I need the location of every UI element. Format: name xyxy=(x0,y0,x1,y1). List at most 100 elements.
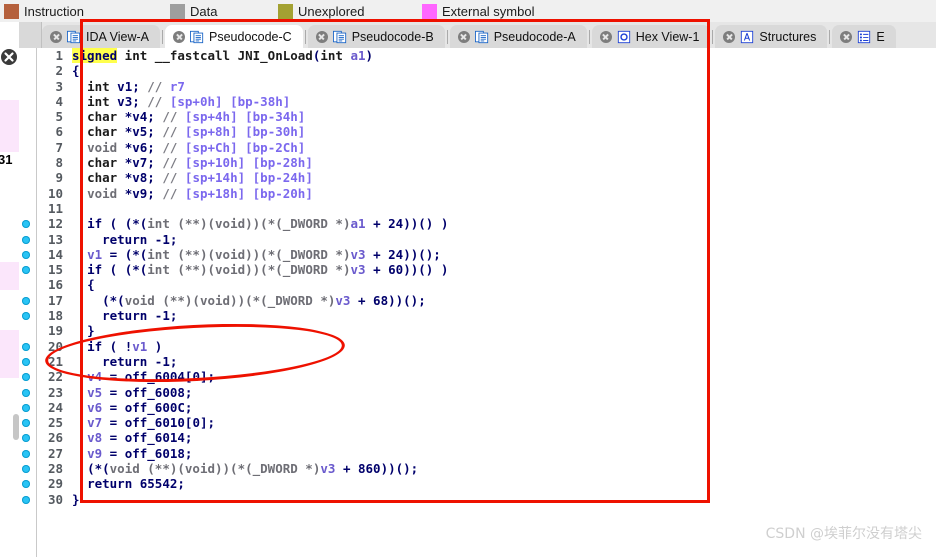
code-text: (*(void (**)(void))(*(_DWORD *)v3 + 68))… xyxy=(102,292,426,308)
code-line[interactable]: 12 if ( (*(int (**)(void))(*(_DWORD *)a1… xyxy=(22,216,936,231)
code-text: if ( !v1 ) xyxy=(87,338,163,354)
pseudocode-source[interactable]: 1 signed int __fastcall JNI_OnLoad(int a1… xyxy=(22,48,936,557)
code-text: v5 = off_6008; xyxy=(87,384,193,400)
breakpoint-marker-icon[interactable] xyxy=(22,449,30,458)
code-text: return 65542; xyxy=(87,476,185,492)
code-line[interactable]: 30} xyxy=(22,491,936,507)
code-line[interactable]: 18 return -1; xyxy=(22,308,936,324)
tab-structures[interactable]: Structures xyxy=(715,25,828,48)
document-pages-icon xyxy=(67,30,81,43)
breakpoint-marker-icon[interactable] xyxy=(22,465,30,474)
line-number: 8 xyxy=(55,155,63,171)
code-line[interactable]: 11 xyxy=(37,201,936,216)
code-line[interactable]: 28 (*(void (**)(void))(*(_DWORD *)v3 + 8… xyxy=(22,461,936,477)
code-line[interactable]: 15 if ( (*(int (**)(void))(*(_DWORD *)v3… xyxy=(22,262,936,277)
breakpoint-marker-icon[interactable] xyxy=(22,250,30,259)
code-line[interactable]: 27 v9 = off_6018; xyxy=(22,445,936,461)
code-line[interactable]: 6 char *v5; // [sp+8h] [bp-30h] xyxy=(37,124,936,139)
code-line[interactable]: 9 char *v8; // [sp+14h] [bp-24h] xyxy=(37,170,936,185)
line-number: 30 xyxy=(47,491,63,507)
line-number: 27 xyxy=(47,445,63,461)
line-number: 23 xyxy=(47,384,63,400)
pseudocode-editor[interactable]: 1 signed int __fastcall JNI_OnLoad(int a1… xyxy=(19,48,936,557)
legend-label-unexplored: Unexplored xyxy=(298,3,365,19)
tab-label: Structures xyxy=(759,29,817,44)
code-text: (*(void (**)(void))(*(_DWORD *)v3 + 860)… xyxy=(87,461,419,477)
code-line[interactable]: 25 v7 = off_6010[0]; xyxy=(22,415,936,430)
code-line[interactable]: 21 return -1; xyxy=(22,354,936,369)
code-line[interactable]: 5 char *v4; // [sp+4h] [bp-34h] xyxy=(37,109,936,124)
tab-separator xyxy=(304,30,306,44)
code-text: int v1; // r7 xyxy=(87,78,185,94)
breakpoint-marker-icon[interactable] xyxy=(22,357,30,366)
code-text: int v3; // [sp+0h] [bp-38h] xyxy=(87,93,291,109)
tab-pseudocode-c[interactable]: Pseudocode-C xyxy=(165,25,303,48)
tab-label: Pseudocode-C xyxy=(209,29,292,44)
tab-pseudocode-a[interactable]: Pseudocode-A xyxy=(449,25,587,48)
line-number: 5 xyxy=(55,109,63,125)
close-icon[interactable] xyxy=(173,30,185,43)
code-line[interactable]: 23 v5 = off_6008; xyxy=(22,384,936,400)
code-line[interactable]: 26 v8 = off_6014; xyxy=(22,430,936,446)
legend-swatch-unexplored xyxy=(278,3,293,19)
close-icon[interactable] xyxy=(315,30,328,43)
line-number: 2 xyxy=(55,63,63,79)
breakpoint-marker-icon[interactable] xyxy=(22,403,30,412)
legend-swatch-data xyxy=(170,3,185,19)
code-text: void *v9; // [sp+18h] [bp-20h] xyxy=(87,185,313,201)
ida-pro-window: Instruction Data Unexplored External sym… xyxy=(0,0,936,557)
code-text: char *v8; // [sp+14h] [bp-24h] xyxy=(87,170,313,186)
code-line[interactable]: 22 v4 = off_6004[0]; xyxy=(22,369,936,384)
close-icon[interactable] xyxy=(723,30,736,43)
code-text: } xyxy=(87,323,95,339)
breakpoint-marker-icon[interactable] xyxy=(22,388,30,397)
line-number: 10 xyxy=(47,185,63,201)
legend-label-instruction: Instruction xyxy=(24,3,84,19)
code-line[interactable]: 3 int v1; // r7 xyxy=(37,79,936,94)
tab-pseudocode-b[interactable]: Pseudocode-B xyxy=(307,25,445,48)
tab-separator xyxy=(829,30,831,44)
close-icon[interactable] xyxy=(840,30,853,43)
line-number: 18 xyxy=(47,308,63,324)
navigator-band xyxy=(0,262,19,290)
breakpoint-marker-icon[interactable] xyxy=(22,495,30,504)
code-line[interactable]: 19 } xyxy=(37,323,936,338)
code-line[interactable]: 24 v6 = off_600C; xyxy=(22,399,936,415)
close-icon[interactable] xyxy=(599,30,612,43)
line-number: 14 xyxy=(47,246,63,262)
breakpoint-marker-icon[interactable] xyxy=(22,342,30,351)
legend-label-external-symbol: External symbol xyxy=(442,3,535,19)
code-line[interactable]: 7 void *v6; // [sp+Ch] [bp-2Ch] xyxy=(37,140,936,155)
tab-ida-view-a[interactable]: IDA View-A xyxy=(42,25,160,48)
code-line[interactable]: 4 int v3; // [sp+0h] [bp-38h] xyxy=(37,94,936,109)
close-icon[interactable] xyxy=(0,48,18,66)
legend-label-data: Data xyxy=(190,3,218,19)
breakpoint-marker-icon[interactable] xyxy=(22,296,30,305)
code-line[interactable]: 29 return 65542; xyxy=(22,476,936,492)
breakpoint-marker-icon[interactable] xyxy=(22,235,30,244)
code-text: return -1; xyxy=(102,308,178,324)
code-line[interactable]: 10 void *v9; // [sp+18h] [bp-20h] xyxy=(37,186,936,201)
code-text: v8 = off_6014; xyxy=(87,430,193,446)
close-icon[interactable] xyxy=(50,30,62,43)
tab-enums[interactable]: E xyxy=(832,25,896,48)
view-tab-bar[interactable]: IDA View-A Pseudocode-C Pseudocode-B Pse… xyxy=(19,22,936,49)
enums-icon xyxy=(858,30,871,43)
breakpoint-marker-icon[interactable] xyxy=(22,312,30,321)
close-icon[interactable] xyxy=(457,30,470,43)
tab-label: IDA View-A xyxy=(86,29,149,44)
code-line[interactable]: 8 char *v7; // [sp+10h] [bp-28h] xyxy=(37,155,936,170)
tab-separator xyxy=(588,30,590,44)
code-line[interactable]: 16 { xyxy=(37,277,936,292)
document-pages-icon xyxy=(190,30,204,43)
code-line[interactable]: 2{ xyxy=(37,63,936,78)
left-navigator-strip[interactable]: 31 xyxy=(0,22,20,557)
code-text: { xyxy=(87,277,95,293)
line-number: 24 xyxy=(47,399,63,415)
tab-hex-view-1[interactable]: Hex View-1 xyxy=(591,25,711,48)
code-line[interactable]: 17 (*(void (**)(void))(*(_DWORD *)v3 + 6… xyxy=(22,292,936,308)
code-line[interactable]: 20 if ( !v1 ) xyxy=(22,338,936,354)
code-line[interactable]: 14 v1 = (*(int (**)(void))(*(_DWORD *)v3… xyxy=(22,246,936,262)
code-line[interactable]: 13 return -1; xyxy=(22,232,936,247)
code-line[interactable]: 1 signed int __fastcall JNI_OnLoad(int a1… xyxy=(37,48,936,63)
